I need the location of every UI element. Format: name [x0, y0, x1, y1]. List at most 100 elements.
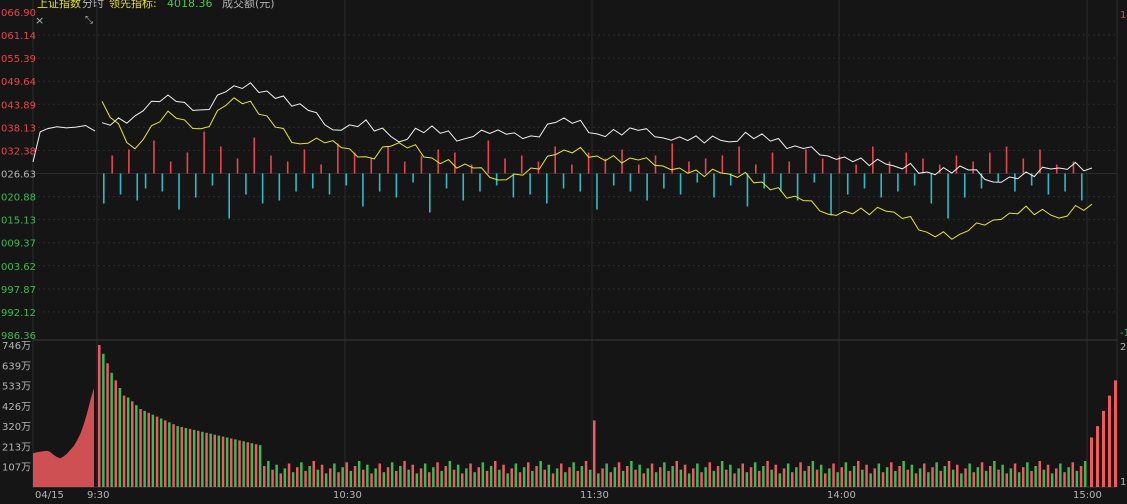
diff-bar — [445, 173, 448, 189]
diff-bar — [153, 140, 155, 174]
price-y-tick: 032.38 — [1, 146, 36, 157]
chart-svg: 上证指数 分时 领先指标: 4018.36 成交额(元) × ⤡ 066.90 0… — [1, 0, 1127, 501]
diff-bar — [1064, 173, 1066, 192]
volume-bar — [828, 468, 831, 487]
diff-bar — [562, 173, 565, 189]
volume-bar — [638, 464, 641, 487]
diff-bar — [888, 161, 891, 174]
diff-bar — [487, 140, 490, 174]
volume-bar — [287, 463, 291, 487]
diff-bar — [370, 158, 373, 174]
diff-bar — [796, 173, 799, 201]
diff-bar — [420, 155, 423, 174]
index-name[interactable]: 上证指数 — [37, 0, 81, 10]
volume-bar — [374, 468, 377, 487]
volume-y-tick: 639万 — [2, 361, 31, 372]
close-icon[interactable]: × — [35, 14, 44, 27]
volume-bar — [852, 466, 856, 487]
volume-bar — [935, 462, 938, 487]
diff-bar — [738, 146, 740, 174]
volume-bar — [308, 466, 311, 487]
diff-bar — [955, 155, 958, 174]
closing-volume-bar — [1114, 380, 1117, 487]
diff-bar — [897, 173, 899, 192]
volume-bar — [320, 464, 324, 487]
volume-right-tick-top: 2 — [1120, 342, 1126, 353]
volume-bar — [923, 463, 926, 487]
diff-bar — [1055, 164, 1058, 174]
volume-bar — [378, 463, 381, 487]
volume-bar — [407, 469, 410, 487]
volume-bar — [366, 464, 369, 487]
diff-bar — [1005, 146, 1008, 174]
diff-bar — [922, 158, 924, 174]
volume-bar — [254, 444, 258, 487]
volume-bar — [110, 372, 113, 487]
volume-bar — [547, 464, 551, 487]
volume-bar — [791, 472, 794, 487]
diff-bar — [378, 173, 381, 192]
diff-bar — [629, 173, 632, 192]
diff-bar — [462, 173, 465, 201]
volume-bar — [749, 467, 753, 487]
volume-bar — [956, 464, 959, 487]
volume-bar — [560, 463, 563, 487]
mode-label[interactable]: 分时 — [82, 0, 104, 10]
diff-bar — [295, 173, 297, 192]
diff-bar — [755, 164, 757, 174]
volume-bar — [213, 434, 216, 487]
volume-bar — [972, 472, 975, 487]
diff-bar — [479, 173, 481, 192]
volume-bar — [943, 466, 947, 487]
volume-bar — [498, 469, 501, 487]
volume-bar — [617, 462, 621, 487]
volume-bar — [857, 461, 860, 487]
expand-icon[interactable]: ⤡ — [85, 15, 93, 26]
volume-bar — [192, 429, 196, 487]
diff-bar — [1014, 173, 1016, 192]
diff-bar — [504, 158, 506, 174]
diff-bar — [780, 173, 782, 192]
volume-bar — [980, 462, 984, 487]
volume-bar — [267, 461, 270, 487]
diff-bar — [637, 164, 640, 174]
volume-bar — [584, 461, 588, 487]
volume-bar — [1079, 466, 1083, 487]
volume-bar — [362, 469, 365, 487]
price-y-tick: 992.12 — [1, 308, 36, 319]
volume-bar — [811, 461, 815, 487]
price-y-tick: 066.90 — [1, 8, 36, 19]
volume-bar — [737, 468, 740, 487]
volume-bar — [440, 470, 443, 487]
volume-bar — [836, 472, 839, 487]
closing-volume-bar — [1102, 410, 1105, 487]
volume-bar — [741, 463, 744, 487]
volume-bar — [477, 467, 480, 487]
volume-bar — [143, 410, 146, 487]
diff-bar — [963, 173, 966, 198]
volume-bar — [452, 469, 456, 487]
diff-bar — [989, 152, 991, 174]
volume-bar — [221, 436, 225, 487]
diff-bar — [713, 173, 715, 198]
volume-bar — [910, 464, 914, 487]
diff-bar — [128, 149, 130, 174]
price-y-tick: 055.39 — [1, 54, 36, 65]
volume-bar — [432, 467, 435, 487]
volume-bar — [172, 424, 175, 487]
volume-bar — [885, 467, 889, 487]
volume-bar — [601, 468, 604, 487]
diff-bar — [872, 146, 874, 174]
volume-bar — [819, 464, 823, 487]
volume-bar — [341, 467, 344, 487]
volume-bar — [291, 472, 295, 487]
volume-bar — [865, 464, 868, 487]
closing-volume-bar — [1108, 395, 1111, 487]
diff-bar — [186, 152, 189, 174]
volume-bar — [580, 466, 584, 487]
volume-y-tick: 426万 — [2, 402, 31, 413]
volume-bar — [683, 464, 687, 487]
volume-bar — [283, 468, 287, 487]
volume-bar — [815, 469, 819, 487]
volume-bar — [753, 462, 757, 487]
